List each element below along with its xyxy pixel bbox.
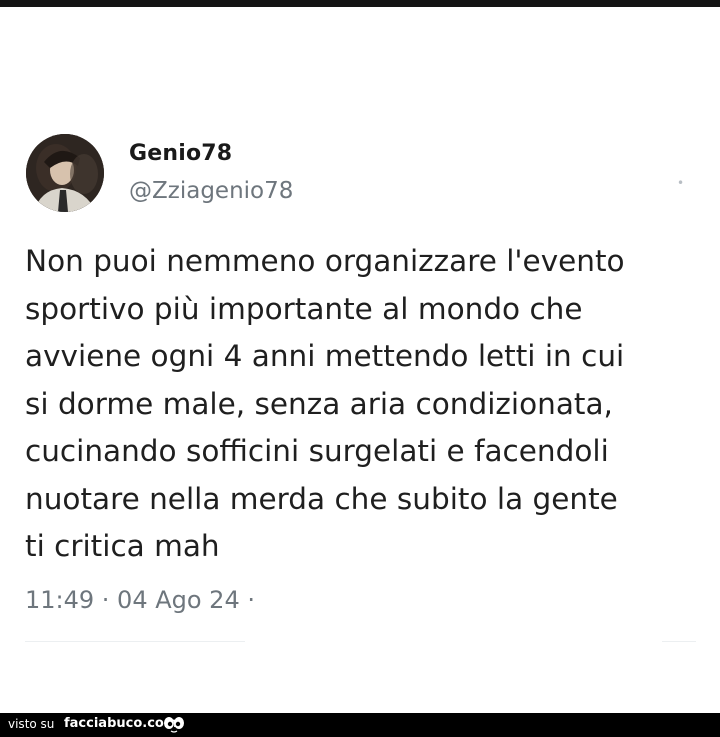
footer-brand: facciabuco.com [64, 716, 178, 731]
footer-prefix: visto su [8, 717, 55, 731]
watermark-footer: visto su facciabuco.com [0, 713, 720, 737]
tweet-timestamp[interactable]: 11:49 · 04 Ago 24 · [25, 586, 255, 614]
display-name[interactable]: Genio78 [129, 141, 232, 166]
more-options-icon[interactable]: • [677, 176, 684, 190]
divider [662, 641, 696, 642]
avatar[interactable] [26, 134, 104, 212]
divider [25, 641, 245, 642]
tweet-text: Non puoi nemmeno organizzare l'evento sp… [25, 244, 625, 563]
user-handle[interactable]: @Zziagenio78 [129, 178, 293, 204]
tweet-card: Genio78 @Zziagenio78 • Non puoi nemmeno … [0, 0, 720, 713]
eyes-logo-icon [163, 715, 185, 737]
